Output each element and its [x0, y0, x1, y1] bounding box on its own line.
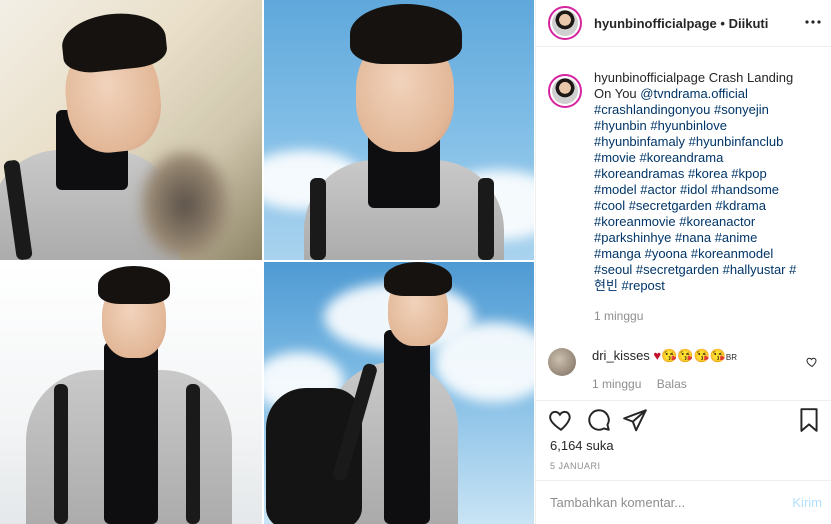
comment-icon[interactable] — [586, 407, 612, 433]
caption-hashtags[interactable]: #crashlandingonyou #sonyejin #hyunbin #h… — [594, 102, 796, 293]
post-media[interactable] — [0, 0, 534, 524]
post-panel: hyunbinofficialpage • Diikuti hyunbinoff… — [535, 0, 831, 524]
caption-mention[interactable]: @tvndrama.official — [640, 86, 748, 101]
commenter-avatar[interactable] — [548, 348, 576, 376]
likes-count[interactable]: 6,164 suka — [550, 438, 614, 453]
caption-avatar[interactable] — [548, 74, 582, 108]
photo-tile-4 — [264, 262, 534, 524]
emoji-suffix: BR — [725, 353, 738, 362]
header-separator: • — [720, 15, 725, 31]
comment-like-heart-icon[interactable] — [806, 356, 818, 368]
red-heart-emoji: ♥ — [653, 348, 662, 363]
send-icon[interactable] — [622, 407, 648, 433]
header-username[interactable]: hyunbinofficialpage — [594, 16, 717, 31]
post-comment-button[interactable]: Kirim — [792, 495, 822, 510]
post-date[interactable]: 5 JANUARI — [550, 461, 601, 471]
follow-status-button[interactable]: Diikuti — [729, 16, 769, 31]
comment-username[interactable]: dri_kisses — [592, 348, 650, 363]
comments-section[interactable]: hyunbinofficialpage Crash Landing On You… — [536, 48, 831, 400]
photo-tile-3 — [0, 262, 262, 524]
caption: hyunbinofficialpage Crash Landing On You… — [548, 70, 818, 324]
action-bar — [536, 400, 831, 440]
kiss-emojis: 😘😘😘😘 — [661, 348, 726, 363]
caption-username[interactable]: hyunbinofficialpage — [594, 70, 705, 85]
reply-button[interactable]: Balas — [657, 377, 687, 391]
more-options-icon[interactable] — [804, 13, 822, 36]
photo-tile-1 — [0, 0, 262, 260]
bookmark-icon[interactable] — [796, 407, 822, 433]
profile-avatar[interactable] — [548, 6, 582, 40]
post-header: hyunbinofficialpage • Diikuti — [536, 0, 831, 47]
caption-timestamp[interactable]: 1 minggu — [594, 308, 806, 324]
heart-icon[interactable] — [548, 407, 574, 433]
comment-timestamp[interactable]: 1 minggu — [592, 377, 641, 391]
comment-item: dri_kisses ♥😘😘😘😘BR 1 minggu Balas — [548, 348, 818, 392]
photo-tile-2 — [264, 0, 534, 260]
add-comment-bar: Kirim — [536, 480, 831, 524]
comment-input[interactable] — [550, 495, 793, 510]
